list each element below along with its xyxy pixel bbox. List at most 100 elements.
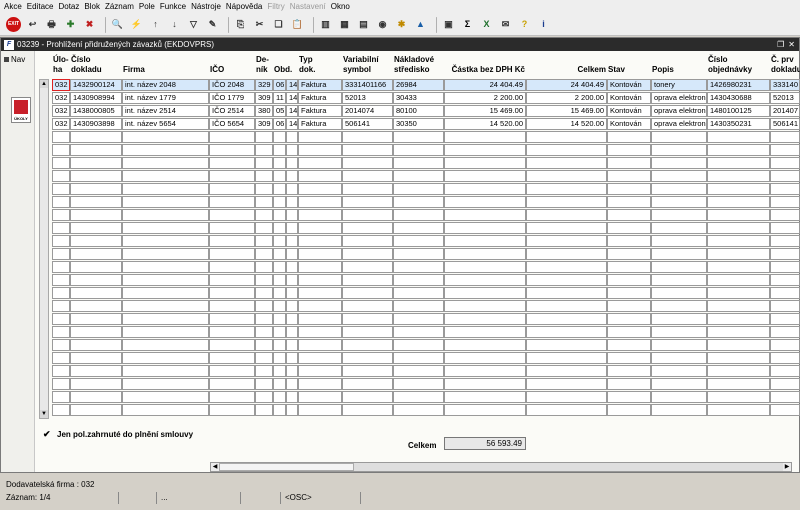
cell-vs[interactable] bbox=[342, 339, 393, 351]
cell-castka[interactable] bbox=[444, 378, 526, 390]
cell-cprv[interactable] bbox=[770, 248, 800, 260]
cell-celkem[interactable] bbox=[526, 170, 607, 182]
cell-cprv[interactable]: 52013 bbox=[770, 92, 800, 104]
column-header-denik[interactable]: De- ník bbox=[256, 55, 274, 75]
cell-objednavka[interactable]: 1426980231 bbox=[707, 79, 770, 91]
cell-castka[interactable] bbox=[444, 144, 526, 156]
cell-vs[interactable]: 506141 bbox=[342, 118, 393, 130]
cell-x[interactable] bbox=[286, 222, 298, 234]
cell-castka[interactable] bbox=[444, 391, 526, 403]
cell-ico[interactable] bbox=[209, 326, 255, 338]
cell-ico[interactable]: IČO 2514 bbox=[209, 105, 255, 117]
restore-icon[interactable]: ❐ bbox=[777, 40, 784, 49]
empty-row[interactable] bbox=[52, 287, 800, 300]
cell-castka[interactable] bbox=[444, 170, 526, 182]
cell-castka[interactable] bbox=[444, 326, 526, 338]
cell-ico[interactable] bbox=[209, 222, 255, 234]
cell-denik[interactable] bbox=[255, 391, 273, 403]
column-header-typ[interactable]: Typ dok. bbox=[299, 55, 343, 75]
cell-ico[interactable] bbox=[209, 339, 255, 351]
cell-cislo[interactable] bbox=[70, 274, 122, 286]
cell-uloha[interactable] bbox=[52, 274, 70, 286]
column-header-stav[interactable]: Stav bbox=[608, 65, 652, 75]
cell-vs[interactable] bbox=[342, 404, 393, 416]
cell-cislo[interactable] bbox=[70, 248, 122, 260]
cell-objednavka[interactable] bbox=[707, 339, 770, 351]
cell-obd[interactable]: 06 bbox=[273, 79, 286, 91]
cell-ico[interactable] bbox=[209, 196, 255, 208]
cell-x[interactable] bbox=[286, 378, 298, 390]
cell-uloha[interactable] bbox=[52, 326, 70, 338]
cell-ico[interactable] bbox=[209, 183, 255, 195]
empty-row[interactable] bbox=[52, 365, 800, 378]
cell-castka[interactable] bbox=[444, 157, 526, 169]
cell-stav[interactable] bbox=[607, 131, 651, 143]
cell-cislo[interactable] bbox=[70, 235, 122, 247]
menu-item[interactable]: Záznam bbox=[105, 0, 134, 14]
cell-firma[interactable] bbox=[122, 261, 209, 273]
columns-icon[interactable]: ▥ bbox=[318, 17, 333, 32]
cell-typ[interactable] bbox=[298, 170, 342, 182]
empty-row[interactable] bbox=[52, 248, 800, 261]
cell-obd[interactable] bbox=[273, 339, 286, 351]
cell-cprv[interactable] bbox=[770, 326, 800, 338]
column-header-cislo[interactable]: Číslo dokladu bbox=[71, 55, 123, 75]
cell-typ[interactable] bbox=[298, 157, 342, 169]
cell-celkem[interactable] bbox=[526, 287, 607, 299]
cell-firma[interactable] bbox=[122, 274, 209, 286]
cell-obd[interactable] bbox=[273, 222, 286, 234]
cell-vs[interactable]: 3331401166 bbox=[342, 79, 393, 91]
cell-popis[interactable] bbox=[651, 326, 707, 338]
cell-ns[interactable] bbox=[393, 183, 444, 195]
cell-typ[interactable] bbox=[298, 339, 342, 351]
cell-denik[interactable] bbox=[255, 404, 273, 416]
nav-button[interactable]: Nav bbox=[4, 55, 34, 64]
cell-castka[interactable] bbox=[444, 300, 526, 312]
cell-castka[interactable] bbox=[444, 404, 526, 416]
cell-x[interactable] bbox=[286, 287, 298, 299]
cell-x[interactable] bbox=[286, 404, 298, 416]
cell-castka[interactable] bbox=[444, 313, 526, 325]
cell-cprv[interactable] bbox=[770, 235, 800, 247]
menu-item[interactable]: Funkce bbox=[160, 0, 186, 14]
cell-cprv[interactable] bbox=[770, 391, 800, 403]
cell-celkem[interactable] bbox=[526, 352, 607, 364]
cell-vs[interactable] bbox=[342, 196, 393, 208]
cell-ns[interactable] bbox=[393, 235, 444, 247]
cell-denik[interactable] bbox=[255, 313, 273, 325]
cell-ns[interactable] bbox=[393, 274, 444, 286]
cell-x[interactable] bbox=[286, 183, 298, 195]
cell-popis[interactable] bbox=[651, 261, 707, 273]
cell-ico[interactable] bbox=[209, 235, 255, 247]
cell-celkem[interactable] bbox=[526, 261, 607, 273]
cell-popis[interactable] bbox=[651, 235, 707, 247]
cell-cprv[interactable]: 201407 bbox=[770, 105, 800, 117]
cell-cprv[interactable] bbox=[770, 261, 800, 273]
cell-castka[interactable]: 2 200.00 bbox=[444, 92, 526, 104]
horizontal-scrollbar[interactable]: ◀ ▶ bbox=[210, 462, 792, 472]
column-header-vs[interactable]: Variabilní symbol bbox=[343, 55, 394, 75]
cell-castka[interactable] bbox=[444, 248, 526, 260]
cell-cislo[interactable] bbox=[70, 391, 122, 403]
empty-row[interactable] bbox=[52, 274, 800, 287]
cell-ns[interactable] bbox=[393, 287, 444, 299]
cell-cislo[interactable]: 1438000805 bbox=[70, 105, 122, 117]
cell-uloha[interactable]: 032 bbox=[52, 79, 70, 91]
cell-denik[interactable]: 380 bbox=[255, 105, 273, 117]
cell-castka[interactable]: 24 404.49 bbox=[444, 79, 526, 91]
cell-objednavka[interactable] bbox=[707, 404, 770, 416]
cell-x[interactable] bbox=[286, 196, 298, 208]
cell-denik[interactable] bbox=[255, 235, 273, 247]
cell-popis[interactable] bbox=[651, 300, 707, 312]
cell-objednavka[interactable] bbox=[707, 352, 770, 364]
cell-cislo[interactable] bbox=[70, 300, 122, 312]
cell-celkem[interactable] bbox=[526, 235, 607, 247]
cell-popis[interactable]: tonery bbox=[651, 79, 707, 91]
menu-item[interactable]: Akce bbox=[4, 0, 22, 14]
cell-vs[interactable]: 2014074 bbox=[342, 105, 393, 117]
empty-row[interactable] bbox=[52, 170, 800, 183]
cell-castka[interactable]: 14 520.00 bbox=[444, 118, 526, 130]
cell-castka[interactable] bbox=[444, 196, 526, 208]
cell-stav[interactable]: Kontován bbox=[607, 118, 651, 130]
cell-vs[interactable] bbox=[342, 170, 393, 182]
